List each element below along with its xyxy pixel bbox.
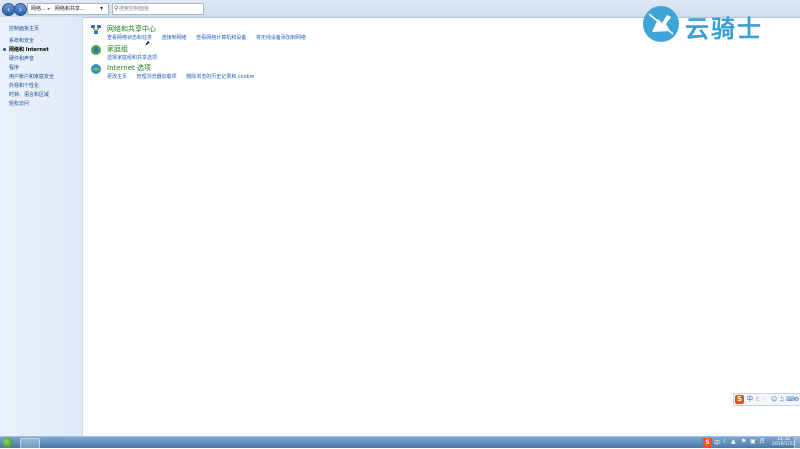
active-indicator-icon bbox=[3, 48, 6, 51]
tray-up-arrow-icon[interactable]: ▲ bbox=[731, 438, 736, 445]
link-add-wireless-device[interactable]: 将无线设备添加到网络 bbox=[256, 35, 306, 41]
link-view-network-computers[interactable]: 查看网络计算机和设备 bbox=[196, 35, 246, 41]
logo-text: 云骑士 bbox=[685, 15, 763, 43]
tray-volume-icon[interactable]: ♬ bbox=[759, 438, 764, 445]
mouse-pointer-icon: ⬈ bbox=[145, 40, 151, 47]
sidebar-item-appearance[interactable]: 外观和个性化 bbox=[9, 82, 39, 89]
breadcrumb-item-network-sharing[interactable]: 网络和共享... bbox=[55, 6, 85, 12]
ime-punctuation-icon[interactable]: ☾ bbox=[756, 394, 761, 405]
sidebar-item-system-security[interactable]: 系统和安全 bbox=[9, 37, 34, 44]
forward-button[interactable]: › bbox=[14, 3, 27, 16]
link-homegroup-sharing-options[interactable]: 选择家庭组和共享选项 bbox=[107, 55, 157, 61]
watermark-logo: 云骑士 bbox=[637, 6, 797, 43]
homegroup-icon bbox=[91, 45, 101, 55]
category-title-homegroup[interactable]: 家庭组 bbox=[107, 44, 128, 54]
sidebar-item-network-internet[interactable]: 网络和 Internet bbox=[9, 46, 49, 53]
ime-mode-indicator[interactable]: 中 bbox=[747, 394, 753, 405]
link-change-homepage[interactable]: 更改主页 bbox=[107, 74, 127, 80]
sidebar-item-user-accounts[interactable]: 用户帐户和家庭安全 bbox=[9, 73, 54, 80]
ime-comma-icon[interactable]: ⋅ bbox=[764, 394, 766, 405]
ime-mic-icon[interactable]: ♫ bbox=[779, 394, 784, 405]
ime-toolbar[interactable]: S 中 ☾ ⋅ ☺ ♫ ⌨ ⚙ bbox=[733, 393, 800, 406]
category-links-homegroup: 选择家庭组和共享选项 bbox=[107, 54, 165, 61]
breadcrumb[interactable]: 网络... ▸ 网络和共享... bbox=[27, 3, 109, 15]
tray-network-icon[interactable]: ▣ bbox=[750, 438, 756, 445]
taskbar: S 中 ☾ ▲ ⚑ ▣ ♬ 14:32 2019/1/22 bbox=[0, 436, 800, 449]
category-title-network-sharing[interactable]: 网络和共享中心 bbox=[107, 24, 156, 34]
link-delete-history[interactable]: 删除浏览的历史记录和 cookie bbox=[186, 74, 254, 80]
show-desktop-button[interactable] bbox=[794, 437, 800, 448]
knight-emblem-icon bbox=[643, 6, 679, 42]
ime-emoji-icon[interactable]: ☺ bbox=[771, 394, 777, 405]
link-connect-network[interactable]: 连接到网络 bbox=[162, 35, 187, 41]
link-manage-addons[interactable]: 管理浏览器加载项 bbox=[137, 74, 177, 80]
tray-ime-brand-icon[interactable]: S bbox=[703, 438, 712, 447]
category-links-internet-options: 更改主页 管理浏览器加载项 删除浏览的历史记录和 cookie bbox=[107, 73, 262, 80]
internet-options-icon bbox=[91, 64, 101, 74]
search-placeholder: 搜索控制面板 bbox=[119, 6, 150, 12]
breadcrumb-separator-icon: ▸ bbox=[47, 6, 51, 12]
sidebar: 控制面板主页 系统和安全 网络和 Internet 硬件和声音 程序 用户帐户和… bbox=[0, 17, 83, 436]
ime-settings-icon[interactable]: ⚙ bbox=[794, 394, 799, 405]
sidebar-item-hardware-sound[interactable]: 硬件和声音 bbox=[9, 55, 34, 62]
tray-flag-icon[interactable]: ⚑ bbox=[741, 438, 746, 445]
ime-brand-icon[interactable]: S bbox=[735, 395, 744, 404]
category-links-network-sharing: 查看网络状态和任务 连接到网络 查看网络计算机和设备 将无线设备添加到网络 bbox=[107, 34, 314, 41]
sidebar-item-ease-of-access[interactable]: 轻松访问 bbox=[9, 100, 29, 107]
network-center-icon bbox=[91, 25, 101, 34]
breadcrumb-item-network[interactable]: 网络... bbox=[31, 6, 46, 12]
search-input[interactable]: ⚲ 搜索控制面板 bbox=[112, 3, 204, 15]
start-button[interactable] bbox=[2, 437, 13, 448]
sidebar-item-programs[interactable]: 程序 bbox=[9, 64, 19, 71]
taskbar-app-explorer[interactable] bbox=[20, 438, 40, 449]
sidebar-item-home[interactable]: 控制面板主页 bbox=[9, 25, 39, 32]
sidebar-item-clock-region[interactable]: 时钟、语言和区域 bbox=[9, 91, 49, 98]
tray-ime-mode[interactable]: 中 bbox=[714, 438, 720, 447]
search-icon: ⚲ bbox=[114, 5, 119, 12]
category-title-internet-options[interactable]: Internet 选项 bbox=[107, 63, 151, 73]
tray-date: 2019/1/22 bbox=[772, 442, 796, 447]
tray-clock[interactable]: 14:32 2019/1/22 bbox=[772, 437, 795, 447]
tray-moon-icon[interactable]: ☾ bbox=[723, 438, 728, 445]
history-dropdown-icon[interactable]: ▾ bbox=[100, 5, 103, 12]
